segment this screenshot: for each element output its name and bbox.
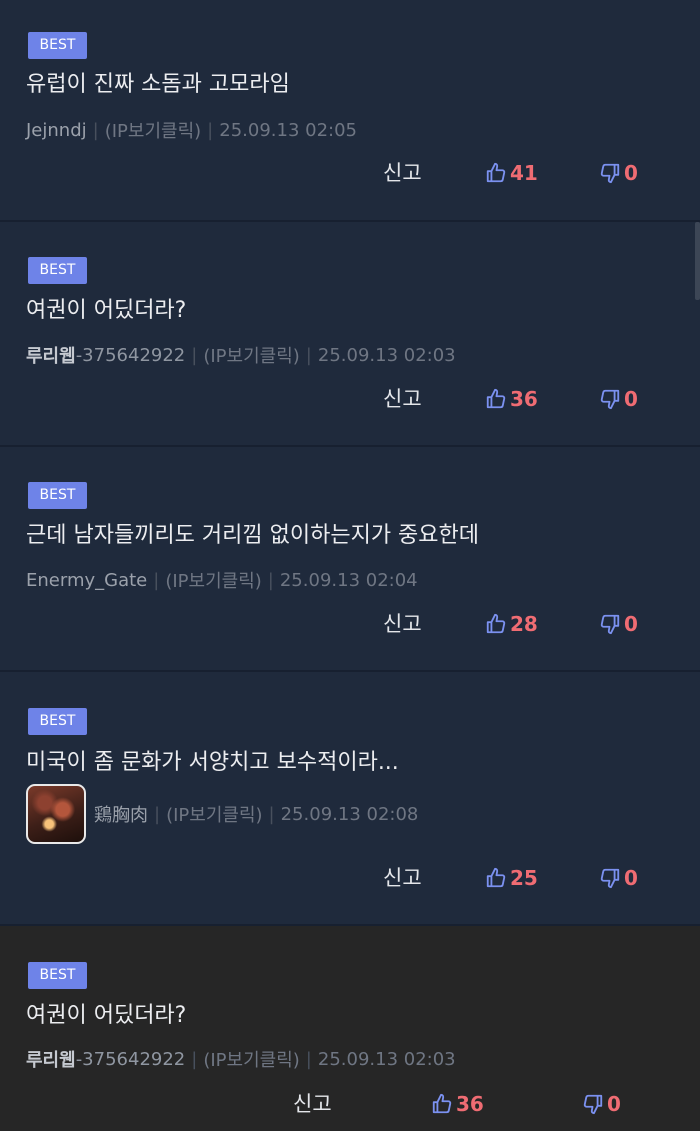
like-button[interactable]: 25 [485, 863, 538, 893]
author-id[interactable]: -375642922 [76, 1049, 186, 1070]
timestamp: 25.09.13 02:08 [280, 803, 419, 825]
report-button[interactable]: 신고 [383, 609, 422, 639]
comment-item: BEST 미국이 좀 문화가 서양치고 보수적이라... 鶏胸肉 | (IP보기… [0, 672, 700, 926]
dislike-count: 0 [624, 387, 638, 411]
like-button[interactable]: 36 [485, 384, 538, 414]
dislike-count: 0 [624, 161, 638, 185]
like-button[interactable]: 41 [485, 158, 538, 188]
divider: | [268, 803, 275, 825]
divider: | [191, 1048, 198, 1070]
dislike-button[interactable]: 0 [599, 609, 638, 639]
dislike-button[interactable]: 0 [599, 158, 638, 188]
like-button[interactable]: 36 [431, 1089, 484, 1119]
dislike-count: 0 [607, 1092, 621, 1116]
divider: | [207, 119, 214, 141]
comment-meta: Enermy_Gate | (IP보기클릭) | 25.09.13 02:04 [26, 567, 418, 593]
comment-text: 미국이 좀 문화가 서양치고 보수적이라... [26, 750, 399, 775]
comment-item: BEST 근데 남자들끼리도 거리낌 없이하는지가 중요한데 Enermy_Ga… [0, 447, 700, 672]
comment-list: BEST 유럽이 진짜 소돔과 고모라임 Jejnndj | (IP보기클릭) … [0, 0, 700, 1131]
user-avatar[interactable] [26, 784, 86, 844]
ip-view-link[interactable]: (IP보기클릭) [166, 801, 262, 827]
ip-view-link[interactable]: (IP보기클릭) [165, 567, 261, 593]
ip-view-link[interactable]: (IP보기클릭) [203, 1046, 299, 1072]
comment-meta: 루리웹 -375642922 | (IP보기클릭) | 25.09.13 02:0… [26, 342, 456, 368]
like-button[interactable]: 28 [485, 609, 538, 639]
like-count: 41 [510, 161, 538, 185]
best-badge: BEST [28, 32, 87, 59]
best-badge: BEST [28, 482, 87, 509]
divider: | [305, 1048, 312, 1070]
like-count: 28 [510, 612, 538, 636]
comment-item: BEST 유럽이 진짜 소돔과 고모라임 Jejnndj | (IP보기클릭) … [0, 0, 700, 222]
comment-text: 유럽이 진짜 소돔과 고모라임 [26, 72, 290, 97]
best-badge: BEST [28, 257, 87, 284]
like-count: 36 [510, 387, 538, 411]
divider: | [305, 344, 312, 366]
divider: | [191, 344, 198, 366]
thumbs-down-icon [583, 1094, 603, 1115]
comment-actions: 신고 25 0 [0, 863, 700, 893]
thumbs-up-icon [486, 388, 506, 409]
comment-actions: 신고 41 0 [0, 158, 700, 188]
report-button[interactable]: 신고 [293, 1089, 332, 1119]
report-button[interactable]: 신고 [383, 384, 422, 414]
thumbs-down-icon [600, 614, 620, 635]
comment-actions: 신고 36 0 [0, 384, 700, 414]
thumbs-down-icon [600, 163, 620, 184]
author-name[interactable]: 루리웹 [26, 1046, 76, 1072]
ip-view-link[interactable]: (IP보기클릭) [105, 117, 201, 143]
thumbs-up-icon [486, 613, 506, 634]
comment-meta: 鶏胸肉 | (IP보기클릭) | 25.09.13 02:08 [26, 784, 418, 844]
report-button[interactable]: 신고 [383, 863, 422, 893]
divider: | [154, 803, 161, 825]
thumbs-up-icon [486, 867, 506, 888]
comment-item: BEST 여권이 어딨더라? 루리웹 -375642922 | (IP보기클릭) … [0, 926, 700, 1131]
timestamp: 25.09.13 02:04 [279, 569, 418, 591]
comment-text: 여권이 어딨더라? [26, 1003, 187, 1028]
comment-meta: 루리웹 -375642922 | (IP보기클릭) | 25.09.13 02:0… [26, 1046, 456, 1072]
author-id[interactable]: -375642922 [76, 345, 186, 366]
thumbs-down-icon [600, 389, 620, 410]
dislike-button[interactable]: 0 [599, 863, 638, 893]
best-badge: BEST [28, 708, 87, 735]
scrollbar-thumb[interactable] [695, 222, 700, 300]
comment-text: 근데 남자들끼리도 거리낌 없이하는지가 중요한데 [26, 523, 480, 548]
dislike-count: 0 [624, 612, 638, 636]
author-name[interactable]: 鶏胸肉 [94, 801, 148, 827]
dislike-count: 0 [624, 866, 638, 890]
dislike-button[interactable]: 0 [599, 384, 638, 414]
divider: | [267, 569, 274, 591]
dislike-button[interactable]: 0 [582, 1089, 621, 1119]
author-name[interactable]: Jejnndj [26, 120, 87, 141]
like-count: 36 [456, 1092, 484, 1116]
comment-actions: 신고 36 0 [0, 1089, 700, 1119]
divider: | [92, 119, 99, 141]
ip-view-link[interactable]: (IP보기클릭) [203, 342, 299, 368]
comment-actions: 신고 28 0 [0, 609, 700, 639]
timestamp: 25.09.13 02:03 [317, 1048, 456, 1070]
author-name[interactable]: 루리웹 [26, 342, 76, 368]
best-badge: BEST [28, 962, 87, 989]
comment-meta: Jejnndj | (IP보기클릭) | 25.09.13 02:05 [26, 117, 357, 143]
timestamp: 25.09.13 02:05 [219, 119, 358, 141]
divider: | [153, 569, 160, 591]
thumbs-up-icon [432, 1093, 452, 1114]
like-count: 25 [510, 866, 538, 890]
thumbs-up-icon [486, 162, 506, 183]
report-button[interactable]: 신고 [383, 158, 422, 188]
comment-item: BEST 여권이 어딨더라? 루리웹 -375642922 | (IP보기클릭) … [0, 222, 700, 447]
author-name[interactable]: Enermy_Gate [26, 570, 147, 591]
timestamp: 25.09.13 02:03 [317, 344, 456, 366]
thumbs-down-icon [600, 868, 620, 889]
comment-text: 여권이 어딨더라? [26, 298, 187, 323]
